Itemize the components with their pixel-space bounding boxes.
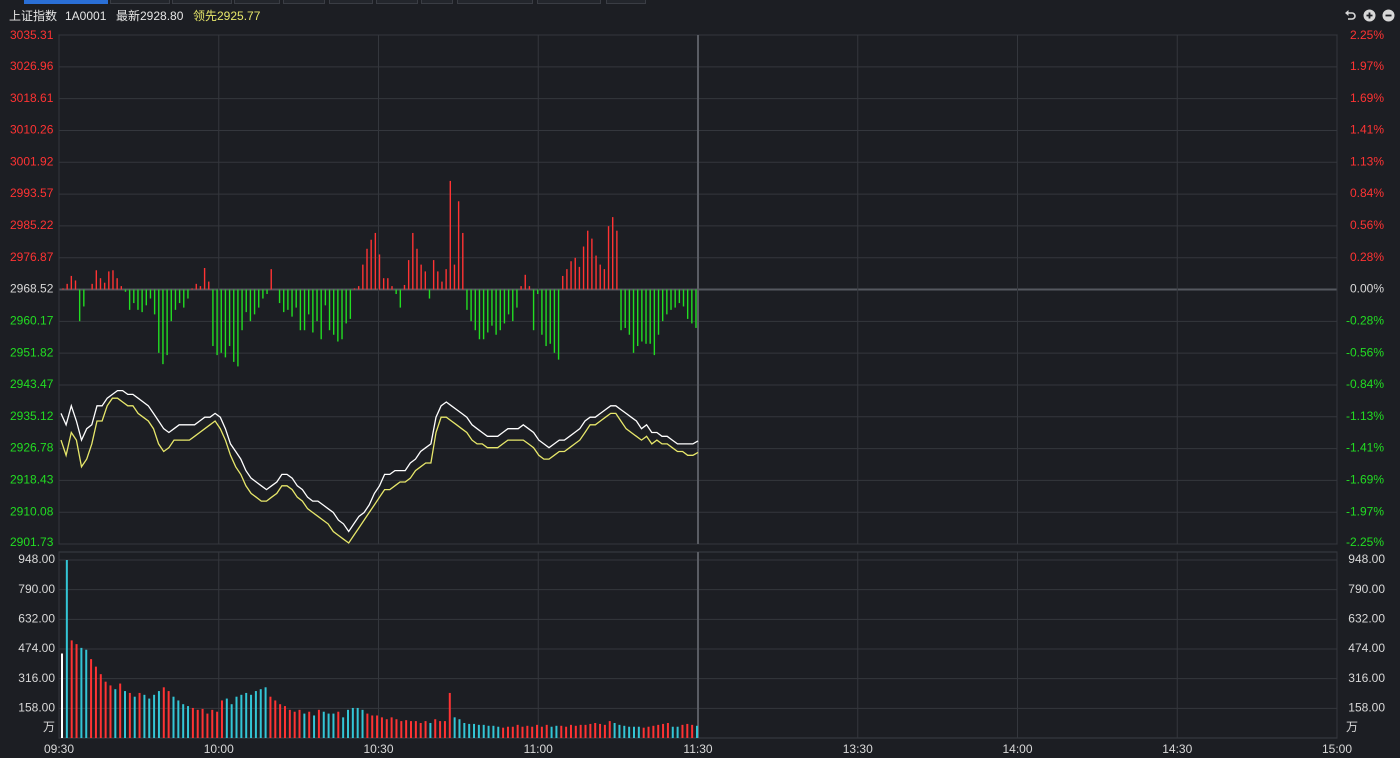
percent-tick-label: 1.69%: [1350, 91, 1384, 105]
time-tick-label: 14:30: [1162, 742, 1192, 756]
time-tick-label: 10:00: [204, 742, 234, 756]
strength-bars: [62, 180, 697, 367]
percent-tick-label: -0.28%: [1346, 313, 1384, 327]
volume-tick-label: 474.00: [18, 641, 55, 655]
leading-line: [60, 397, 699, 544]
price-tick-label: 3001.92: [10, 154, 54, 168]
percent-tick-label: -1.97%: [1346, 504, 1384, 518]
volume-tick-label-right: 474.00: [1348, 641, 1385, 655]
volume-unit-label-right: 万: [1346, 720, 1358, 734]
volume-tick-label-right: 158.00: [1348, 701, 1385, 715]
volume-tick-label: 632.00: [18, 612, 55, 626]
volume-tick-label: 158.00: [18, 701, 55, 715]
time-tick-label: 11:00: [524, 742, 553, 756]
price-tick-label: 2968.52: [10, 282, 54, 296]
volume-tick-label-right: 632.00: [1348, 612, 1385, 626]
volume-unit-label: 万: [43, 720, 55, 734]
percent-tick-label: 0.84%: [1350, 186, 1384, 200]
percent-tick-label: 0.56%: [1350, 218, 1384, 232]
price-tick-label: 2976.87: [10, 250, 54, 264]
price-tick-label: 3010.26: [10, 123, 54, 137]
percent-tick-label: 2.25%: [1350, 28, 1384, 42]
percent-tick-label: -0.56%: [1346, 345, 1384, 359]
price-tick-label: 3026.96: [10, 59, 54, 73]
price-tick-label: 2901.73: [10, 535, 54, 549]
intraday-chart[interactable]: 3035.31 3026.96 3018.61 3010.26 3001.92 2993.…: [0, 0, 1400, 758]
percent-tick-label: -2.25%: [1346, 535, 1384, 549]
volume-tick-label: 790.00: [18, 582, 55, 596]
time-tick-label: 10:30: [363, 742, 393, 756]
percent-tick-label: -1.13%: [1346, 409, 1384, 423]
price-tick-label: 3018.61: [10, 91, 54, 105]
price-lines: [60, 389, 699, 544]
volume-tick-label-right: 948.00: [1348, 552, 1385, 566]
volume-tick-label: 316.00: [18, 671, 55, 685]
time-tick-label: 13:30: [843, 742, 873, 756]
percent-tick-label: 0.00%: [1350, 282, 1384, 296]
percent-tick-label: 1.97%: [1350, 59, 1384, 73]
volume-tick-label: 948.00: [18, 552, 55, 566]
price-tick-label: 2935.12: [10, 409, 54, 423]
price-tick-label: 2985.22: [10, 218, 54, 232]
price-tick-label: 3035.31: [10, 28, 54, 42]
percent-tick-label: -1.41%: [1346, 441, 1384, 455]
percent-tick-label: 1.13%: [1350, 154, 1384, 168]
volume-tick-label-right: 316.00: [1348, 671, 1385, 685]
percent-tick-label: 0.28%: [1350, 250, 1384, 264]
price-tick-label: 2943.47: [10, 377, 54, 391]
time-tick-label: 09:30: [44, 742, 74, 756]
price-tick-label: 2960.17: [10, 313, 54, 327]
price-tick-label: 2910.08: [10, 504, 54, 518]
volume-tick-label-right: 790.00: [1348, 582, 1385, 596]
percent-tick-label: -0.84%: [1346, 377, 1384, 391]
time-tick-label: 14:00: [1002, 742, 1032, 756]
price-line: [60, 389, 699, 533]
price-tick-label: 2951.82: [10, 345, 54, 359]
chart-grid: [58, 34, 1338, 739]
price-tick-label: 2993.57: [10, 186, 54, 200]
time-tick-label: 11:30: [683, 742, 712, 756]
price-tick-label: 2918.43: [10, 473, 54, 487]
percent-tick-label: 1.41%: [1350, 123, 1384, 137]
percent-tick-label: -1.69%: [1346, 473, 1384, 487]
price-tick-label: 2926.78: [10, 441, 54, 455]
time-tick-label: 15:00: [1322, 742, 1352, 756]
